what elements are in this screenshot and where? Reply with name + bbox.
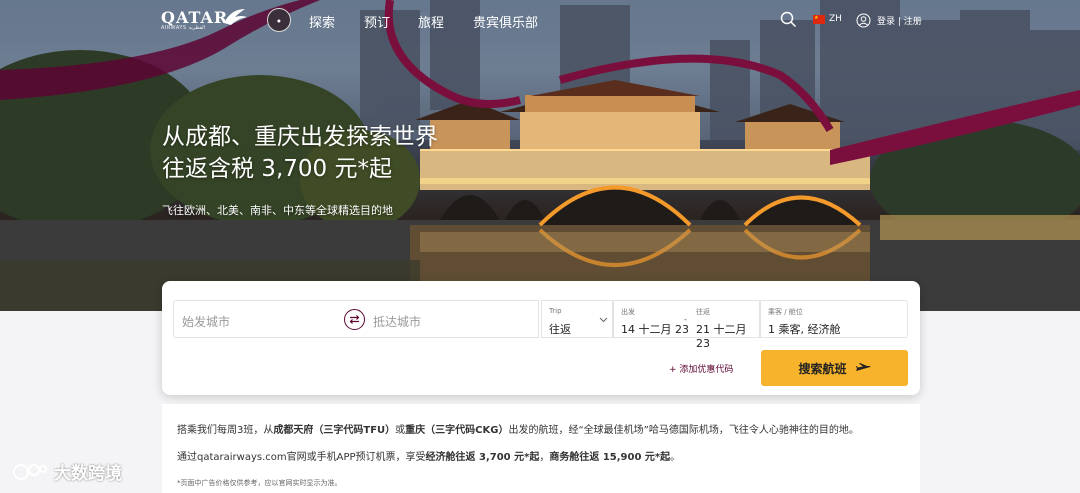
price-disclaimer: *页面中广告价格仅供参考，应以官网实时显示为准。 — [177, 479, 342, 487]
user-icon — [856, 13, 871, 28]
login-register[interactable]: 登录 | 注册 — [856, 13, 922, 28]
top-navigation: QATAR AIRWAYS القطرية ● 探索 预订 旅程 贵宾俱乐部 Z… — [0, 0, 1080, 44]
p1-chongqing: 重庆（三字代码CKG） — [405, 425, 509, 436]
nav-trips[interactable]: 旅程 — [418, 12, 444, 31]
p2-text-a: 通过qatarairways.com官网或手机APP预订机票，享受 — [177, 452, 426, 463]
description-paragraph-1: 搭乘我们每周3班，从成都天府（三字代码TFU）或重庆（三字代码CKG）出发的航班… — [177, 421, 859, 436]
language-code: ZH — [829, 14, 842, 24]
flight-search-card: 始发城市 抵达城市 Trip 往返 出发 14 十二月 23 - 往返 21 十… — [162, 281, 920, 395]
logo-subtext: AIRWAYS القطرية — [161, 25, 206, 31]
oryx-logo-icon — [224, 9, 247, 25]
hero-title: 从成都、重庆出发探索世界 往返含税 3,700 元*起 — [162, 121, 438, 185]
watermark-logo-icon — [13, 463, 47, 480]
search-flights-label: 搜索航班 — [798, 361, 847, 376]
china-flag-icon — [813, 14, 825, 24]
depart-label: 出发 — [621, 308, 635, 316]
nav-book[interactable]: 预订 — [364, 12, 390, 31]
description-paragraph-2: 通过qatarairways.com官网或手机APP预订机票，享受经济舱往返 3… — [177, 448, 680, 463]
swap-icon — [349, 315, 360, 324]
add-promo-code-link[interactable]: + 添加优惠代码 — [669, 362, 733, 375]
p1-text-e: 出发的航班，经“全球最佳机场”哈马德国际机场，飞往令人心驰神往的目的地。 — [508, 425, 859, 436]
pax-value: 1 乘客, 经济舱 — [768, 323, 841, 336]
origin-field[interactable]: 始发城市 — [173, 300, 347, 338]
p2-text-e: 。 — [670, 452, 681, 463]
login-register-label: 登录 | 注册 — [877, 17, 922, 27]
plane-icon — [855, 363, 870, 371]
nav-privilege-club[interactable]: 贵宾俱乐部 — [473, 12, 538, 31]
p1-chengdu: 成都天府（三字代码TFU） — [273, 425, 396, 436]
hero-title-line-1: 从成都、重庆出发探索世界 — [162, 124, 438, 150]
trip-value: 往返 — [549, 323, 571, 336]
swap-cities-button[interactable] — [344, 309, 365, 330]
hero-banner: QATAR AIRWAYS القطرية ● 探索 预订 旅程 贵宾俱乐部 Z… — [0, 0, 1080, 311]
p1-text-c: 或 — [395, 425, 406, 436]
p1-text-a: 搭乘我们每周3班，从 — [177, 425, 274, 436]
qatar-airways-logo[interactable]: QATAR AIRWAYS القطرية — [161, 8, 228, 31]
return-label: 往返 — [696, 308, 710, 316]
search-icon[interactable] — [780, 11, 797, 28]
destination-field[interactable]: 抵达城市 — [347, 300, 539, 338]
watermark-text: 大数跨境 — [54, 464, 122, 484]
chevron-down-icon — [599, 317, 608, 323]
origin-placeholder: 始发城市 — [182, 315, 231, 329]
depart-date: 14 十二月 23 — [621, 323, 689, 336]
watermark: 大数跨境 — [12, 459, 122, 484]
hero-title-line-2: 往返含税 3,700 元*起 — [162, 156, 392, 182]
p2-economy-price: 经济舱往返 3,700 元*起 — [425, 452, 540, 463]
oneworld-badge-icon[interactable]: ● — [267, 8, 291, 32]
date-picker[interactable]: 出发 14 十二月 23 - 往返 21 十二月 23 — [613, 300, 760, 350]
p2-text-c: ， — [539, 452, 550, 463]
language-selector[interactable]: ZH — [813, 14, 842, 24]
trip-type-select[interactable]: Trip 往返 — [541, 300, 613, 338]
return-date: 21 十二月 23 — [696, 323, 747, 350]
search-flights-button[interactable]: 搜索航班 — [761, 350, 908, 386]
route-description: 搭乘我们每周3班，从成都天府（三字代码TFU）或重庆（三字代码CKG）出发的航班… — [162, 404, 920, 493]
p2-business-price: 商务舱往返 15,900 元*起 — [549, 452, 671, 463]
destination-placeholder: 抵达城市 — [373, 315, 422, 329]
pax-label: 乘客 / 舱位 — [768, 308, 803, 316]
trip-label: Trip — [549, 307, 562, 315]
hero-subtitle: 飞往欧洲、北美、南非、中东等全球精选目的地 — [162, 204, 393, 217]
nav-explore[interactable]: 探索 — [309, 12, 335, 31]
passengers-cabin-select[interactable]: 乘客 / 舱位 1 乘客, 经济舱 — [760, 300, 908, 338]
date-separator: - — [684, 315, 687, 324]
